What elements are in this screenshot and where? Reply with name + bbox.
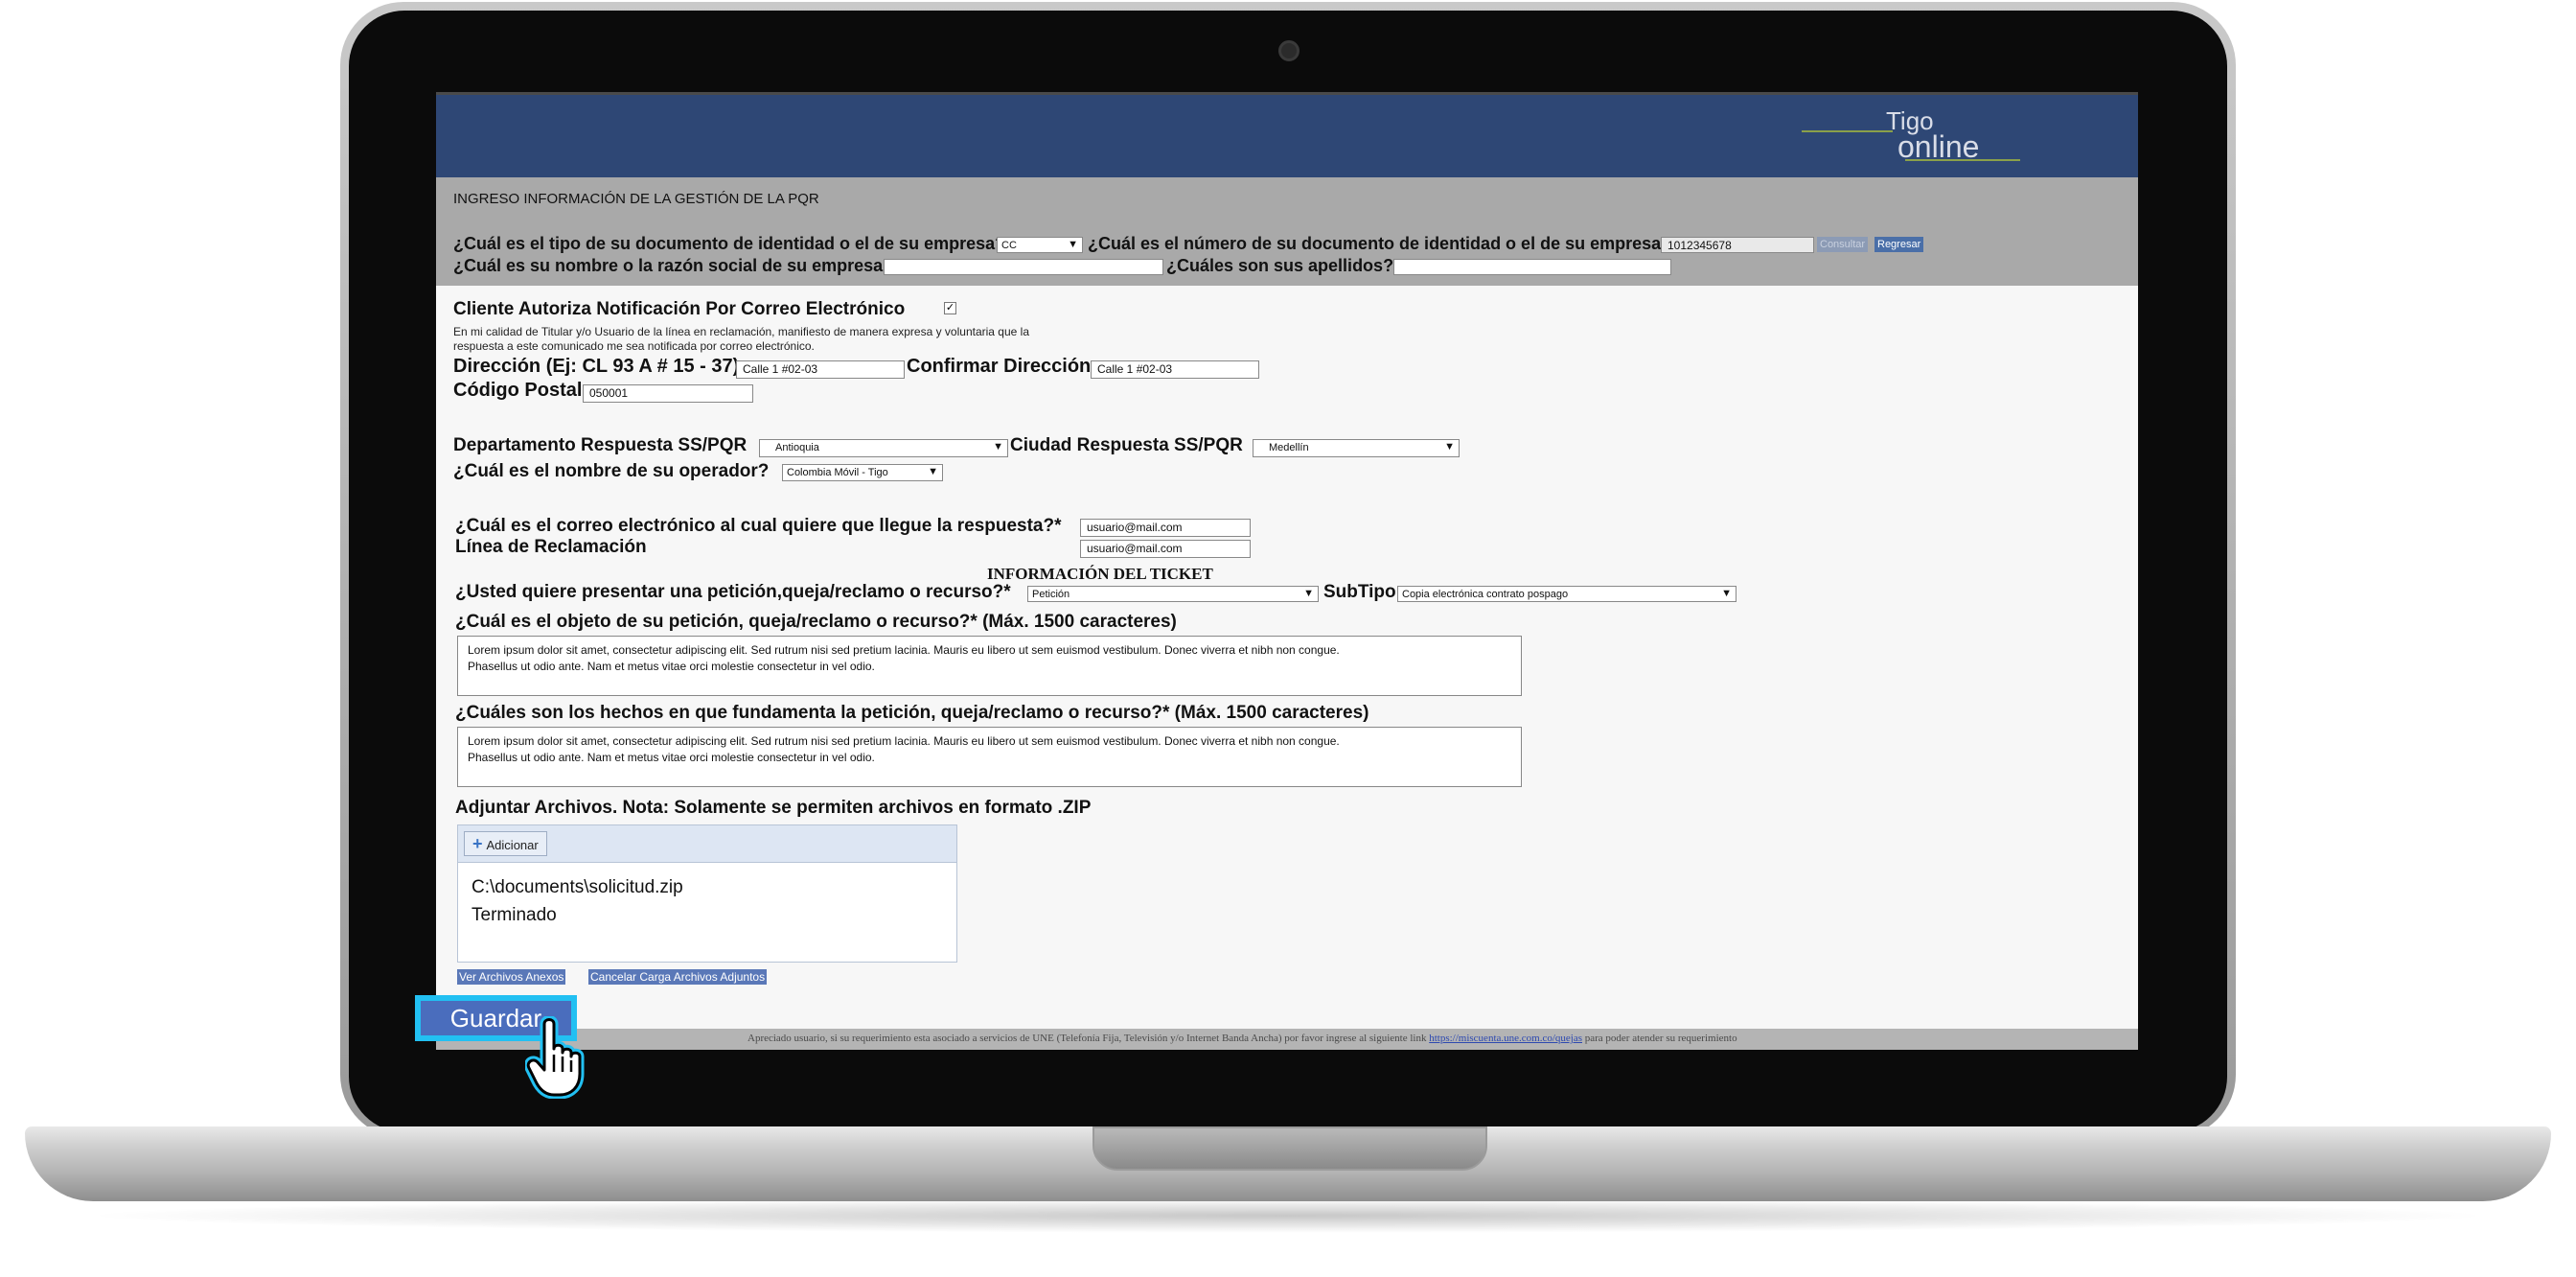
footer-note: para poder atender su requerimiento [1584,1033,1737,1044]
city-label: Ciudad Respuesta SS/PQR [1010,435,1243,455]
footer-note: Apreciado usuario, si su requerimiento e… [748,1033,1427,1044]
object-text: Lorem ipsum dolor sit amet, consectetur … [468,643,1340,657]
cancel-upload-link[interactable]: Cancelar Carga Archivos Adjuntos [588,969,768,985]
request-type-label: ¿Usted quiere presentar una petición,que… [455,582,1011,602]
webcam [1278,40,1300,61]
add-file-label: Adicionar [486,838,539,852]
subtype-label: SubTipo [1323,582,1396,602]
response-email-input[interactable]: usuario@mail.com [1080,519,1251,537]
logo-online: online [1898,129,1980,164]
chevron-down-icon: ▼ [993,441,1003,453]
chevron-down-icon: ▼ [928,466,938,477]
object-textarea[interactable]: Lorem ipsum dolor sit amet, consectetur … [457,636,1522,696]
address-confirm-input[interactable]: Calle 1 #02-03 [1091,360,1259,379]
view-attachments-link[interactable]: Ver Archivos Anexos [457,969,566,985]
doc-type-value: CC [1001,240,1017,251]
city-value: Medellín [1269,442,1309,453]
address-label: Dirección (Ej: CL 93 A # 15 - 37) [453,356,740,377]
email-notify-note: respuesta a este comunicado me sea notif… [453,339,815,353]
doc-type-label: ¿Cuál es el tipo de su documento de iden… [453,234,1013,253]
upload-widget: + Adicionar C:\documents\solicitud.zip Te… [457,824,957,963]
upload-toolbar: + Adicionar [458,825,956,863]
postal-input[interactable]: 050001 [583,384,753,403]
city-select[interactable]: Medellín ▼ [1253,439,1460,457]
department-value: Antioquia [775,442,819,453]
surnames-input[interactable] [1393,259,1671,275]
postal-label: Código Postal [453,380,583,401]
laptop-shadow [77,1198,2499,1233]
chevron-down-icon: ▼ [1444,441,1455,453]
doc-number-label: ¿Cuál es el número de su documento de id… [1088,234,1679,253]
object-label: ¿Cuál es el objeto de su petición, queja… [455,612,1177,632]
chevron-down-icon: ▼ [1721,588,1732,599]
request-type-select[interactable]: Petición ▼ [1027,586,1319,602]
uploaded-file-name: C:\documents\solicitud.zip [472,877,683,897]
email-notify-note: En mi calidad de Titular y/o Usuario de … [453,325,1029,338]
subtype-select[interactable]: Copia electrónica contrato pospago ▼ [1397,586,1736,602]
attachments-label: Adjuntar Archivos. Nota: Solamente se pe… [455,798,1092,818]
operator-select[interactable]: Colombia Móvil - Tigo ▼ [782,464,943,481]
regresar-button[interactable]: Regresar [1874,237,1924,252]
surnames-label: ¿Cuáles son sus apellidos?* [1166,256,1401,275]
facts-text: Lorem ipsum dolor sit amet, consectetur … [468,734,1340,748]
footer-text: Apreciado usuario, si su requerimiento e… [748,1033,1737,1044]
une-link[interactable]: https://miscuenta.une.com.co/quejas [1429,1033,1582,1044]
site-header: Tigo online [436,92,2138,177]
logo-line [1802,130,1893,132]
doc-number-input[interactable]: 1012345678 [1661,237,1814,253]
request-type-value: Petición [1032,589,1070,600]
name-label: ¿Cuál es su nombre o la razón social de … [453,256,894,275]
department-label: Departamento Respuesta SS/PQR [453,435,748,455]
page-footer: Apreciado usuario, si su requerimiento e… [436,1029,2138,1050]
checkmark-icon: ✓ [945,302,955,313]
upload-status: Terminado [472,905,557,925]
chevron-down-icon: ▼ [1068,239,1078,250]
laptop-notch [1092,1126,1487,1171]
claim-line-label: Línea de Reclamación [455,537,647,557]
name-input[interactable] [884,259,1163,275]
browser-screen: Tigo online INGRESO INFORMACIÓN DE LA GE… [436,92,2138,1050]
ticket-header: INFORMACIÓN DEL TICKET [987,565,1213,583]
claim-line-input[interactable]: usuario@mail.com [1080,540,1251,558]
address-confirm-label: Confirmar Dirección [907,356,1092,377]
address-input[interactable]: Calle 1 #02-03 [736,360,905,379]
doc-type-select[interactable]: CC ▼ [997,237,1083,253]
facts-label: ¿Cuáles son los hechos en que fundamenta… [455,703,1369,723]
email-notify-checkbox[interactable]: ✓ [944,302,956,314]
response-email-label: ¿Cuál es el correo electrónico al cual q… [455,516,1062,536]
email-notify-label: Cliente Autoriza Notificación Por Correo… [453,299,906,319]
consultar-button[interactable]: Consultar [1817,237,1869,252]
facts-text: Phasellus ut odio ante. Nam et metus vit… [468,751,875,764]
subtype-value: Copia electrónica contrato pospago [1402,589,1569,600]
plus-icon: + [472,834,483,853]
hand-pointer-icon [525,1016,585,1099]
page-title: INGRESO INFORMACIÓN DE LA GESTIÓN DE LA … [453,191,819,207]
operator-value: Colombia Móvil - Tigo [787,467,888,478]
object-text: Phasellus ut odio ante. Nam et metus vit… [468,660,875,673]
department-select[interactable]: Antioquia ▼ [759,439,1008,457]
facts-textarea[interactable]: Lorem ipsum dolor sit amet, consectetur … [457,727,1522,787]
chevron-down-icon: ▼ [1303,588,1314,599]
operator-label: ¿Cuál es el nombre de su operador? [453,461,770,481]
add-file-button[interactable]: + Adicionar [464,831,547,856]
